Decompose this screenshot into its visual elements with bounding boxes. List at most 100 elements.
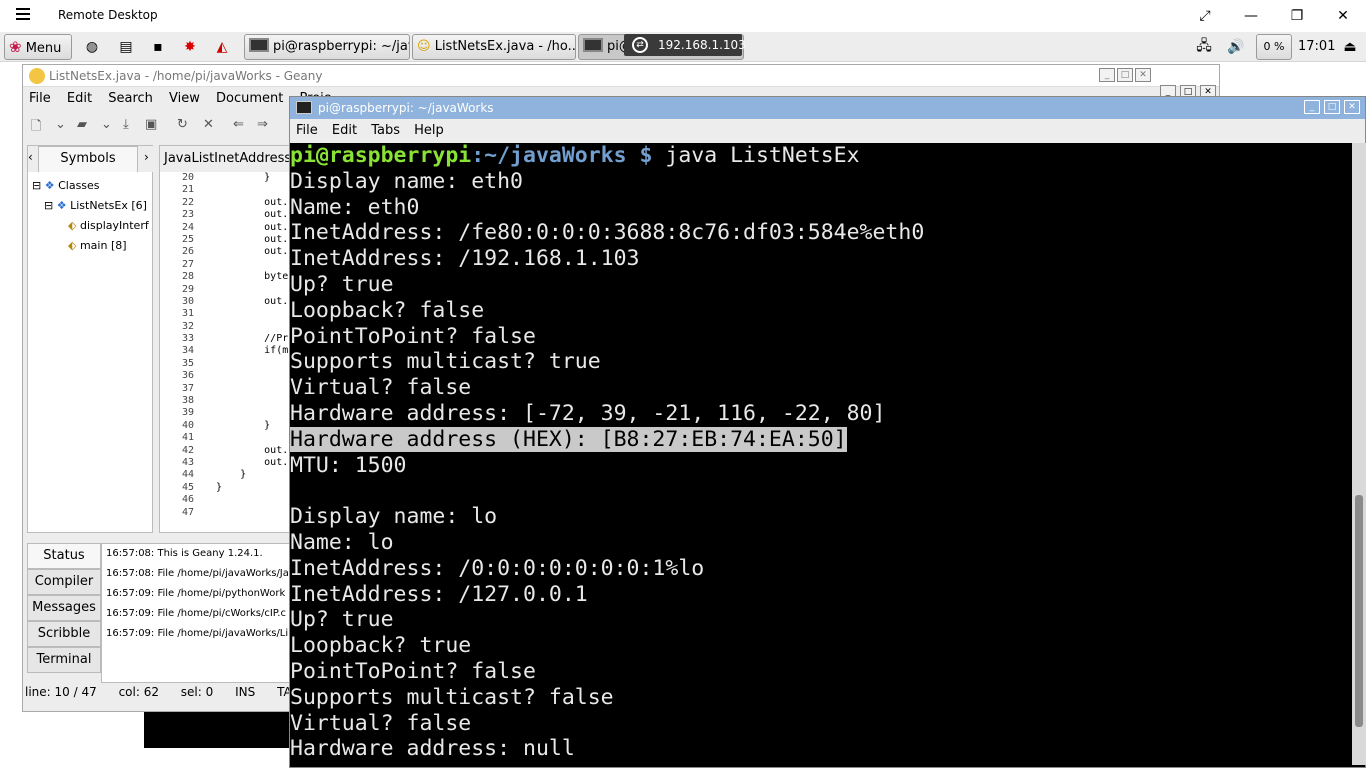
tree-label: main [8] bbox=[79, 239, 127, 252]
line-number: 34 bbox=[181, 345, 194, 357]
minimize-button[interactable]: _ bbox=[1099, 68, 1115, 82]
menu-button[interactable]: ❀ Menu bbox=[4, 34, 72, 60]
tree-node-classes[interactable]: ⊟ ❖ Classes bbox=[28, 176, 149, 196]
menu-file[interactable]: File bbox=[296, 123, 318, 138]
file-manager-icon[interactable]: ▤ bbox=[114, 36, 138, 58]
code-line: s bbox=[216, 357, 295, 369]
code-line: f bbox=[216, 370, 295, 382]
menu-document[interactable]: Document bbox=[216, 91, 283, 106]
browser-icon[interactable]: ◍ bbox=[80, 36, 104, 58]
chevron-down-icon[interactable]: ⌄ bbox=[55, 117, 66, 132]
menu-view[interactable]: View bbox=[169, 91, 200, 106]
line-number: 36 bbox=[181, 370, 194, 382]
close-button[interactable]: ✕ bbox=[1344, 100, 1360, 114]
chevron-down-icon[interactable]: ⌄ bbox=[101, 117, 112, 132]
menu-search[interactable]: Search bbox=[108, 91, 153, 106]
method-icon: ⬖ bbox=[68, 219, 77, 232]
terminal-line: InetAddress: /fe80:0:0:0:3688:8c76:df03:… bbox=[290, 220, 925, 246]
mathematica-icon[interactable]: ✸ bbox=[178, 36, 202, 58]
new-file-icon[interactable]: 🗋 bbox=[31, 117, 41, 139]
tree-node-class[interactable]: ⊟ ❖ ListNetsEx [6] bbox=[28, 196, 149, 216]
minimize-button[interactable]: _ bbox=[1304, 100, 1320, 114]
terminal-line: InetAddress: /127.0.0.1 bbox=[290, 581, 588, 607]
command: java ListNetsEx bbox=[652, 143, 860, 168]
close-file-icon[interactable]: ✕ bbox=[203, 117, 214, 132]
task-terminal[interactable]: pi@raspberrypi: ~/jav... bbox=[244, 34, 410, 60]
terminal-menubar: File Edit Tabs Help bbox=[290, 119, 1365, 143]
symbols-panel: ‹ Symbols › ⊟ ❖ Classes ⊟ ❖ ListNetsEx [… bbox=[27, 145, 154, 533]
message-window-tabs: Status Compiler Messages Scribble Termin… bbox=[27, 543, 101, 673]
tab-terminal[interactable]: Terminal bbox=[27, 647, 101, 673]
remote-desktop-titlebar: Remote Desktop ⤢ — ❐ ✕ bbox=[0, 0, 1366, 32]
clock: 17:01 bbox=[1298, 39, 1336, 54]
code-line: out.p bbox=[216, 444, 295, 456]
code-area[interactable]: } out.p out.p out.p out.p out.p byte[ ou… bbox=[216, 172, 294, 519]
line-number: 21 bbox=[181, 184, 194, 196]
tab-compiler[interactable]: Compiler bbox=[27, 569, 101, 595]
chevron-left-icon[interactable]: ‹ bbox=[28, 150, 33, 164]
line-number: 20 bbox=[181, 172, 194, 183]
menu-edit[interactable]: Edit bbox=[67, 91, 92, 106]
terminal-line: Loopback? true bbox=[290, 633, 472, 659]
terminal-line: Up? true bbox=[290, 271, 394, 297]
symbols-tree: ⊟ ❖ Classes ⊟ ❖ ListNetsEx [6] ⬖ display… bbox=[28, 176, 149, 256]
hamburger-menu-icon[interactable] bbox=[16, 8, 30, 20]
code-line: } bbox=[216, 172, 271, 183]
tree-node-method[interactable]: ⬖ displayInterf bbox=[28, 216, 149, 236]
tab-scribble[interactable]: Scribble bbox=[27, 621, 101, 647]
save-all-icon[interactable]: ▣ bbox=[145, 117, 157, 132]
volume-icon[interactable]: 🔊 bbox=[1224, 36, 1248, 58]
tab-symbols[interactable]: Symbols bbox=[38, 146, 138, 172]
maximize-button[interactable]: □ bbox=[1324, 100, 1340, 114]
minimize-button[interactable]: — bbox=[1238, 5, 1264, 27]
chevron-right-icon[interactable]: › bbox=[144, 150, 149, 164]
network-icon[interactable]: 🖧 bbox=[1192, 36, 1216, 58]
terminal-line: Name: eth0 bbox=[290, 194, 420, 220]
forward-icon[interactable]: ⇒ bbox=[257, 117, 268, 132]
status-col: col: 62 bbox=[118, 685, 159, 699]
restore-button[interactable]: ❐ bbox=[1284, 5, 1310, 27]
open-folder-icon[interactable]: ▰ bbox=[77, 117, 87, 132]
menu-edit[interactable]: Edit bbox=[332, 123, 357, 138]
menu-tabs[interactable]: Tabs bbox=[371, 123, 400, 138]
tree-label: Classes bbox=[58, 179, 100, 192]
line-number: 27 bbox=[181, 258, 194, 270]
line-number: 44 bbox=[181, 469, 194, 481]
line-number: 40 bbox=[181, 419, 194, 431]
scrollbar-thumb[interactable] bbox=[1355, 495, 1363, 727]
task-geany[interactable]: ☺ ListNetsEx.java - /ho... bbox=[412, 34, 576, 60]
back-icon[interactable]: ⇐ bbox=[233, 117, 244, 132]
save-icon[interactable]: ⤓ bbox=[123, 117, 129, 132]
expand-icon[interactable]: ⤢ bbox=[1192, 5, 1218, 27]
close-button[interactable]: ✕ bbox=[1330, 5, 1356, 27]
maximize-button[interactable]: □ bbox=[1117, 68, 1133, 82]
line-number: 42 bbox=[181, 444, 194, 456]
geany-statusbar: line: 10 / 47 col: 62 sel: 0 INS TAB bbox=[25, 685, 318, 699]
menu-help[interactable]: Help bbox=[414, 123, 444, 138]
terminal-scrollbar[interactable] bbox=[1352, 143, 1366, 765]
terminal-output[interactable]: pi@raspberrypi:~/javaWorks $ java ListNe… bbox=[290, 143, 1352, 763]
tree-node-method[interactable]: ⬖ main [8] bbox=[28, 236, 149, 256]
tab-status[interactable]: Status bbox=[27, 543, 101, 569]
status-mode: INS bbox=[235, 685, 256, 699]
line-number: 22 bbox=[181, 196, 194, 208]
line-number: 38 bbox=[181, 395, 194, 407]
eject-icon[interactable]: ⏏ bbox=[1338, 36, 1362, 58]
tree-label: ListNetsEx [6] bbox=[70, 199, 147, 212]
menu-file[interactable]: File bbox=[29, 91, 51, 106]
wolfram-icon[interactable]: ◭ bbox=[210, 36, 234, 58]
ip-address: 192.168.1.103 bbox=[658, 38, 746, 52]
line-number: 24 bbox=[181, 221, 194, 233]
task-label: ListNetsEx.java - /ho... bbox=[434, 39, 576, 54]
tab-messages[interactable]: Messages bbox=[27, 595, 101, 621]
terminal-launcher-icon[interactable]: ▪ bbox=[146, 36, 170, 58]
terminal-line: PointToPoint? false bbox=[290, 658, 536, 684]
background-window bbox=[144, 712, 290, 748]
revert-icon[interactable]: ↻ bbox=[177, 117, 188, 132]
prompt-path: :~/javaWorks $ bbox=[471, 143, 653, 168]
terminal-icon bbox=[296, 101, 312, 114]
close-button[interactable]: ✕ bbox=[1135, 68, 1151, 82]
